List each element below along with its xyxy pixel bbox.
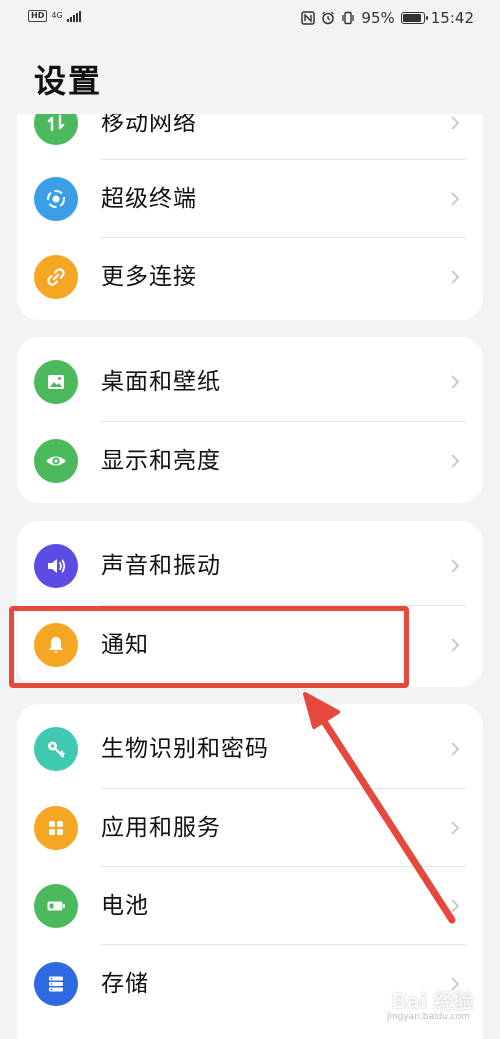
watermark-logo: Bai 经验: [391, 989, 474, 1013]
chevron-right-icon: [451, 742, 460, 756]
signal-icon: [66, 10, 81, 22]
settings-item-home-wallpaper[interactable]: 桌面和壁纸: [17, 343, 483, 421]
settings-item-label: 移动网络: [101, 114, 197, 136]
battery-percent: 95%: [361, 9, 395, 27]
settings-item-label: 应用和服务: [101, 815, 221, 841]
mobile-network-icon: [34, 114, 78, 145]
status-left: HD 4G: [28, 10, 81, 22]
settings-item-label: 超级终端: [101, 186, 197, 212]
annotation-highlight-box: [9, 606, 409, 688]
watermark-url: jingyan.baidu.com: [386, 1012, 470, 1022]
settings-item-battery[interactable]: 电池: [17, 867, 483, 945]
chevron-right-icon: [451, 559, 460, 573]
chevron-right-icon: [451, 899, 460, 913]
hd-badge: HD: [28, 10, 48, 22]
battery-status-icon: [400, 12, 428, 24]
settings-item-mobile-network[interactable]: 移动网络: [17, 114, 483, 162]
settings-item-display-brightness[interactable]: 显示和亮度: [17, 422, 483, 500]
network-type: 4G: [51, 11, 63, 20]
eye-icon: [34, 439, 78, 483]
status-bar: HD 4G 95% 15:42: [0, 0, 500, 38]
status-right: 95% 15:42: [301, 9, 474, 27]
storage-icon: [34, 962, 78, 1006]
chevron-right-icon: [451, 192, 460, 206]
super-device-icon: [34, 177, 78, 221]
apps-grid-icon: [34, 806, 78, 850]
settings-item-label: 桌面和壁纸: [101, 369, 221, 395]
settings-item-label: 生物识别和密码: [101, 736, 269, 762]
battery-icon: [34, 884, 78, 928]
settings-item-label: 更多连接: [101, 264, 197, 290]
alarm-icon: [322, 11, 335, 25]
settings-group-display: 桌面和壁纸 显示和亮度: [17, 337, 483, 503]
key-icon: [34, 727, 78, 771]
clock: 15:42: [430, 9, 474, 27]
chevron-right-icon: [451, 638, 460, 652]
settings-item-apps-services[interactable]: 应用和服务: [17, 789, 483, 867]
settings-item-biometrics-password[interactable]: 生物识别和密码: [17, 710, 483, 788]
settings-item-sound-vibration[interactable]: 声音和振动: [17, 527, 483, 605]
chevron-right-icon: [451, 270, 460, 284]
nfc-icon: [301, 11, 316, 25]
speaker-icon: [34, 544, 78, 588]
settings-item-more-connections[interactable]: 更多连接: [17, 238, 483, 316]
settings-item-super-device[interactable]: 超级终端: [17, 160, 483, 238]
chevron-right-icon: [451, 116, 460, 130]
settings-item-label: 存储: [101, 971, 149, 997]
chevron-right-icon: [451, 821, 460, 835]
settings-item-label: 声音和振动: [101, 553, 221, 579]
page-title: 设置: [34, 62, 103, 100]
chevron-right-icon: [451, 454, 460, 468]
settings-item-label: 显示和亮度: [101, 448, 221, 474]
wallpaper-icon: [34, 360, 78, 404]
settings-group-connectivity: 移动网络 超级终端 更多连接: [17, 114, 483, 320]
link-icon: [34, 255, 78, 299]
settings-item-label: 电池: [101, 893, 149, 919]
chevron-right-icon: [451, 375, 460, 389]
vibrate-icon: [342, 11, 355, 25]
